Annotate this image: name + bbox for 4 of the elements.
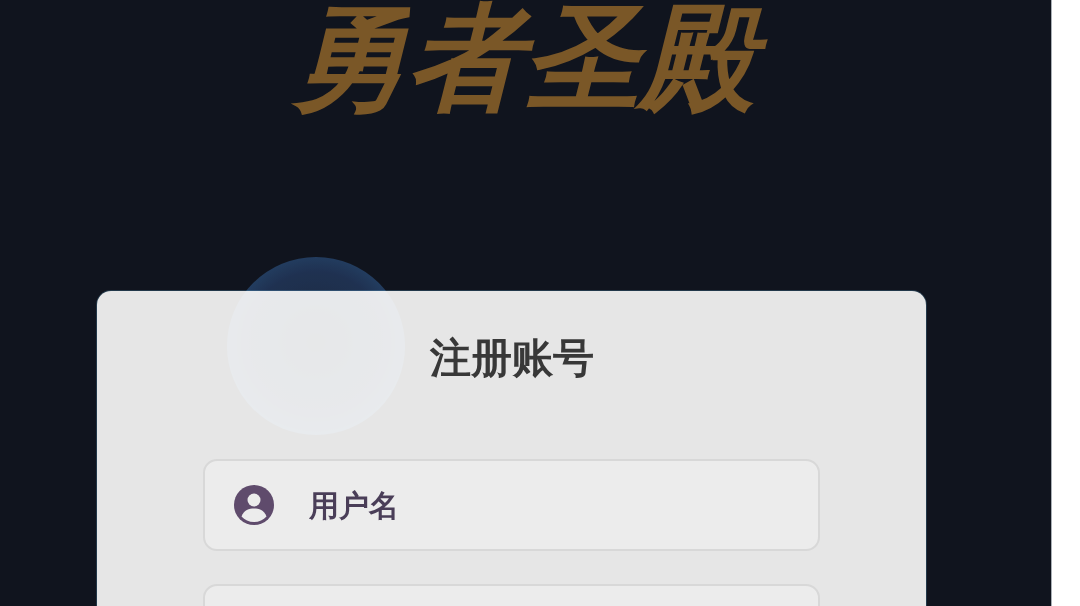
username-field[interactable]: 用户名 [203,459,820,551]
user-icon [234,485,274,525]
game-title: 勇者圣殿 [280,0,771,116]
card-title: 注册账号 [429,333,594,383]
